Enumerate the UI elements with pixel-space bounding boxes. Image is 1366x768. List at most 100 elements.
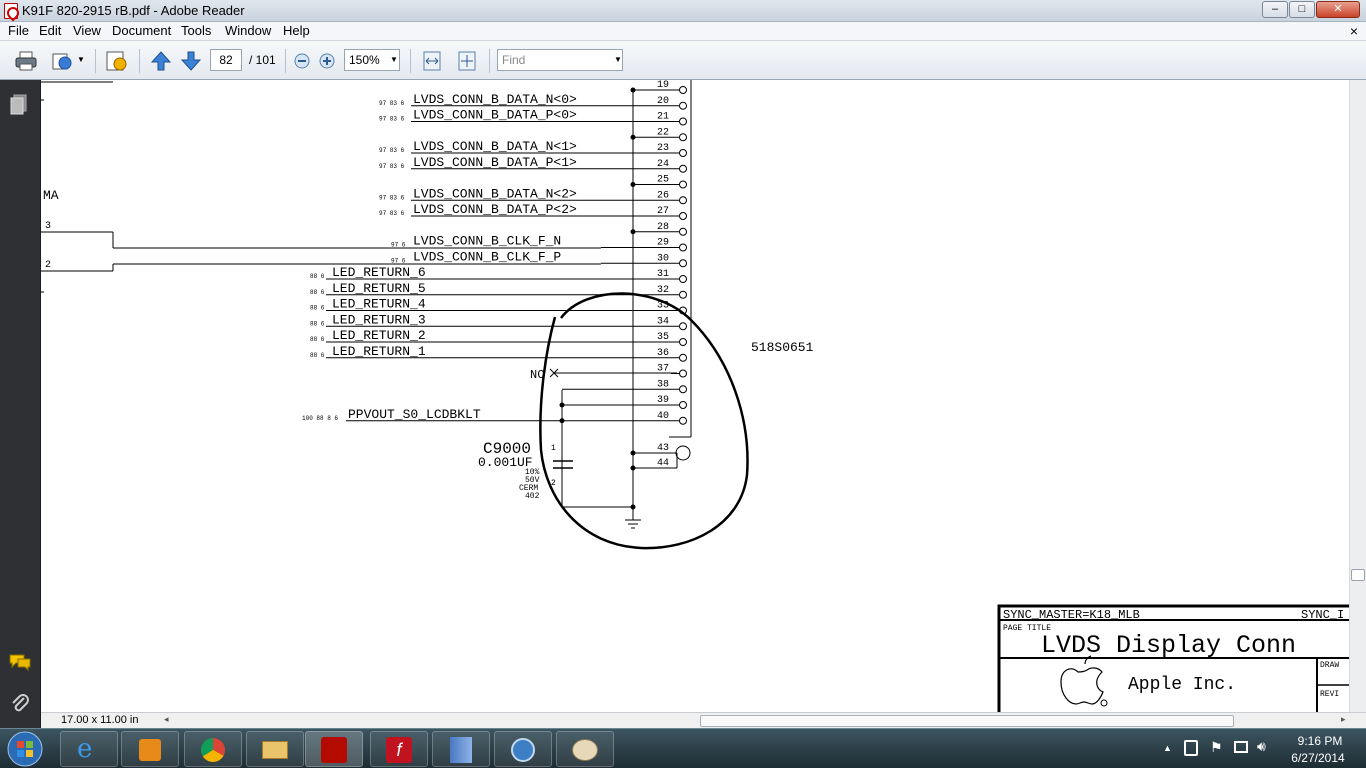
part-number: 518S0651 <box>751 340 814 355</box>
zoom-dropdown-icon[interactable]: ▼ <box>390 55 398 64</box>
folder-icon <box>262 741 288 759</box>
pin-number-28: 28 <box>657 222 669 233</box>
menu-file[interactable]: File <box>8 23 29 38</box>
fit-width-icon[interactable] <box>420 49 444 73</box>
taskbar-internet-explorer[interactable]: e <box>60 731 118 767</box>
internet-explorer-icon: e <box>77 734 93 764</box>
apple-logo <box>1060 655 1104 705</box>
page-number-input[interactable]: 82 <box>210 49 242 71</box>
taskbar-flash[interactable]: f <box>370 731 428 767</box>
net-label-30: LVDS_CONN_B_CLK_F_P <box>413 249 561 264</box>
status-bar: 17.00 x 11.00 in ◂ ▸ <box>41 712 1366 728</box>
junction-dot-gnd <box>630 504 636 510</box>
find-dropdown-icon[interactable]: ▼ <box>614 55 622 64</box>
show-hidden-icons[interactable]: ▲ <box>1163 743 1172 753</box>
pin-circle-40 <box>679 416 687 425</box>
minimize-button[interactable]: ‒ <box>1262 1 1288 18</box>
left-label-ma: MA <box>43 188 59 203</box>
print-icon[interactable] <box>14 49 38 73</box>
comments-icon[interactable] <box>8 653 32 671</box>
net-refs-31: 88 6 <box>310 273 325 280</box>
volume-icon[interactable]: 🔊︎ <box>1257 738 1266 755</box>
network-tray-icon[interactable] <box>1234 741 1248 753</box>
junction-dot-28 <box>630 229 636 235</box>
net-refs-24: 97 83 6 <box>379 163 405 170</box>
pin-circle-35 <box>679 338 687 346</box>
pin-circle-23 <box>679 149 687 157</box>
previous-page-icon[interactable] <box>149 49 173 73</box>
menu-view[interactable]: View <box>73 23 101 38</box>
next-page-icon[interactable] <box>179 49 203 73</box>
tray-time[interactable]: 9:16 PM <box>1290 734 1350 748</box>
schematic-drawing: 1920212223242526272829303132333435363738… <box>41 80 1349 712</box>
net-label-23: LVDS_CONN_B_DATA_N<1> <box>413 139 577 154</box>
maximize-button[interactable]: □ <box>1289 1 1315 18</box>
net-refs-40: 100 88 8 6 <box>302 415 338 422</box>
scroll-right-icon[interactable]: ▸ <box>1341 714 1346 725</box>
device-icon[interactable] <box>1184 740 1198 756</box>
zoom-out-icon[interactable] <box>293 52 311 70</box>
pin-number-35: 35 <box>657 332 669 343</box>
net-label-20: LVDS_CONN_B_DATA_N<0> <box>413 92 577 107</box>
pin-circle-27 <box>679 212 687 220</box>
taskbar-explorer[interactable] <box>246 731 304 767</box>
net-refs-30: 97 6 <box>391 257 406 264</box>
flash-icon: f <box>386 737 412 763</box>
horizontal-scroll-thumb[interactable] <box>700 715 1234 727</box>
pin-circle-36 <box>679 353 687 362</box>
pin-circle-25 <box>679 180 687 189</box>
pages-panel-icon[interactable] <box>10 94 28 116</box>
pin-number-31: 31 <box>657 269 669 280</box>
pin-number-21: 21 <box>657 112 669 123</box>
navigation-panel <box>0 80 41 728</box>
attachments-icon[interactable] <box>9 693 31 715</box>
document-close-button[interactable]: × <box>1350 23 1358 39</box>
share-icon[interactable] <box>104 49 128 73</box>
building-icon <box>450 737 472 763</box>
net-label-24: LVDS_CONN_B_DATA_P<1> <box>413 155 577 170</box>
vertical-scroll-thumb[interactable] <box>1351 569 1365 581</box>
left-num-3: 3 <box>45 221 51 232</box>
paint-icon <box>572 739 598 761</box>
close-button[interactable]: ✕ <box>1316 1 1360 18</box>
pin-number-19: 19 <box>657 80 669 91</box>
net-label-32: LED_RETURN_5 <box>332 281 426 296</box>
pin-circle-24 <box>679 164 687 173</box>
scroll-left-icon[interactable]: ◂ <box>164 714 169 725</box>
toolbar: ▼ 82 / 101 150% ▼ Find ▼ <box>0 41 1366 80</box>
menu-window[interactable]: Window <box>225 23 271 38</box>
fit-page-icon[interactable] <box>455 49 479 73</box>
find-input[interactable]: Find <box>497 49 623 71</box>
net-refs-36: 88 6 <box>310 352 325 359</box>
vertical-scrollbar[interactable] <box>1349 80 1366 712</box>
taskbar-app-building[interactable] <box>432 731 490 767</box>
menu-document[interactable]: Document <box>112 23 171 38</box>
pin-circle-37 <box>679 369 687 378</box>
start-button-icon[interactable] <box>6 730 44 768</box>
net-refs-29: 97 6 <box>391 242 406 249</box>
document-view[interactable]: 19 20 21 22 23 24 25 26 27 28 29 30 31 32 33 34 35 36 37 38… <box>41 80 1349 712</box>
pin-number-25: 25 <box>657 175 669 186</box>
taskbar-network[interactable] <box>494 731 552 767</box>
cap-pin-1: 1 <box>551 444 556 453</box>
net-label-34: LED_RETURN_3 <box>332 312 426 327</box>
net-label-27: LVDS_CONN_B_DATA_P<2> <box>413 202 577 217</box>
taskbar-paint[interactable] <box>556 731 614 767</box>
email-icon[interactable] <box>50 49 74 73</box>
net-label-29: LVDS_CONN_B_CLK_F_N <box>413 234 561 249</box>
pin-circle-21 <box>679 117 687 126</box>
net-label-35: LED_RETURN_2 <box>332 328 426 343</box>
menu-help[interactable]: Help <box>283 23 310 38</box>
email-dropdown-icon[interactable]: ▼ <box>77 55 85 64</box>
tray-date[interactable]: 6/27/2014 <box>1284 751 1352 765</box>
taskbar-adobe-reader[interactable] <box>305 731 363 767</box>
company-name: Apple Inc. <box>1128 675 1236 695</box>
zoom-in-icon[interactable] <box>318 52 336 70</box>
menu-edit[interactable]: Edit <box>39 23 61 38</box>
taskbar-chrome[interactable] <box>184 731 242 767</box>
sync-right: SYNC_I <box>1301 608 1344 622</box>
taskbar-media-player[interactable] <box>121 731 179 767</box>
menu-tools[interactable]: Tools <box>181 23 211 38</box>
action-center-flag-icon[interactable]: ⚑ <box>1210 739 1223 756</box>
cap-size: 402 <box>525 492 540 501</box>
